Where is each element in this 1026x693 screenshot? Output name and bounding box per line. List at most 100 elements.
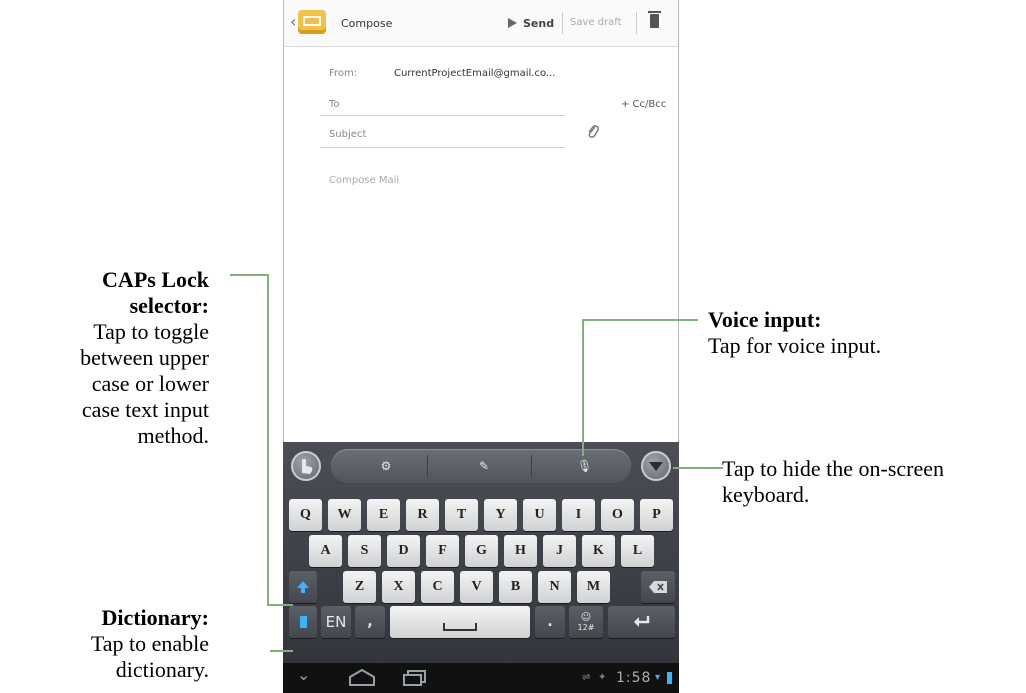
divider (636, 12, 637, 34)
caps-callout-line (267, 274, 269, 606)
caps-callout-title: CAPs Lock selector: (102, 267, 209, 318)
send-icon (508, 18, 517, 28)
key-x[interactable]: X (382, 571, 415, 603)
caps-callout-line-3: case or lower (91, 371, 209, 396)
key-j[interactable]: J (543, 535, 576, 567)
dictionary-key[interactable] (289, 606, 317, 638)
dictionary-callout: Dictionary: Tap to enable dictionary. (0, 605, 209, 683)
key-o[interactable]: O (601, 499, 634, 531)
key-g[interactable]: G (465, 535, 498, 567)
from-label: From: (329, 68, 358, 79)
dictionary-callout-line-2: dictionary. (115, 657, 209, 682)
key-f[interactable]: F (426, 535, 459, 567)
symbols-label: 12# (577, 623, 595, 632)
key-b[interactable]: B (499, 571, 532, 603)
voice-input-callout: Voice input: Tap for voice input. (708, 307, 881, 359)
key-h[interactable]: H (504, 535, 537, 567)
paperclip-icon[interactable] (587, 124, 599, 140)
symbols-key[interactable]: ☺ 12# (569, 606, 603, 638)
period-key[interactable]: . (535, 606, 565, 638)
recent-apps-icon[interactable] (403, 670, 427, 686)
hide-keyboard-callout-line (673, 467, 723, 469)
key-r[interactable]: R (406, 499, 439, 531)
key-u[interactable]: U (523, 499, 556, 531)
hand-icon[interactable] (291, 451, 321, 481)
caps-lock-callout: CAPs Lock selector: Tap to toggle betwee… (0, 267, 209, 449)
key-z[interactable]: Z (343, 571, 376, 603)
key-t[interactable]: T (445, 499, 478, 531)
microphone-icon[interactable]: 🎙 (577, 459, 592, 473)
cc-bcc-button[interactable]: + Cc/Bcc (621, 99, 666, 110)
to-underline (320, 115, 565, 116)
to-field[interactable]: To (329, 99, 340, 110)
caps-callout-line-5: method. (137, 423, 210, 448)
language-key[interactable]: EN (321, 606, 351, 638)
key-w[interactable]: W (328, 499, 361, 531)
battery-icon (667, 672, 672, 684)
compose-screen: ‹ Compose Send Save draft From: CurrentP… (283, 0, 679, 442)
dictionary-callout-line (270, 650, 293, 652)
divider (562, 12, 563, 34)
voice-callout-line (582, 319, 584, 456)
hide-keyboard-callout: Tap to hide the on-screen keyboard. (722, 456, 944, 508)
key-m[interactable]: M (577, 571, 610, 603)
touch-hand-icon (302, 459, 313, 474)
key-a[interactable]: A (309, 535, 342, 567)
back-icon[interactable]: ‹ (290, 14, 298, 30)
key-y[interactable]: Y (484, 499, 517, 531)
home-icon[interactable] (348, 669, 376, 687)
subject-underline (320, 147, 565, 148)
trash-icon[interactable] (648, 11, 661, 28)
key-q[interactable]: Q (289, 499, 322, 531)
back-chevron-icon[interactable]: ⌄ (297, 660, 310, 690)
space-bar-icon (443, 623, 477, 631)
keyboard-toolbar: ⚙ ✎ 🎙 (283, 442, 679, 492)
emoji-icon: ☺ (580, 612, 592, 623)
enter-key[interactable] (608, 606, 675, 638)
space-key[interactable] (390, 606, 530, 638)
backspace-key[interactable] (641, 571, 675, 603)
key-p[interactable]: P (640, 499, 673, 531)
voice-callout-title: Voice input: (708, 307, 822, 332)
system-nav-bar: ⌄ ⇌ ✦ 1:58 ▾ (283, 663, 679, 693)
voice-callout-text: Tap for voice input. (708, 333, 882, 358)
enter-arrow-icon (633, 616, 649, 627)
caps-lock-key[interactable] (289, 571, 317, 603)
handwriting-icon[interactable]: ✎ (477, 459, 491, 473)
hide-keyboard-button[interactable] (641, 451, 671, 481)
voice-callout-line (584, 319, 698, 321)
status-clock: 1:58 (616, 670, 652, 686)
key-l[interactable]: L (621, 535, 654, 567)
dictionary-callout-title: Dictionary: (101, 605, 209, 630)
hide-callout-line-2: keyboard. (722, 482, 810, 507)
usb-icon: ⇌ (582, 672, 591, 683)
caps-callout-line-2: between upper (80, 345, 209, 370)
divider (427, 455, 428, 477)
key-i[interactable]: I (562, 499, 595, 531)
keyboard-tool-pill: ⚙ ✎ 🎙 (331, 449, 631, 483)
key-d[interactable]: D (387, 535, 420, 567)
wifi-icon: ▾ (655, 672, 661, 683)
compose-body-field[interactable]: Compose Mail (329, 175, 399, 186)
on-screen-keyboard: ⚙ ✎ 🎙 (283, 442, 679, 693)
caps-callout-line (230, 274, 269, 276)
hide-callout-line-1: Tap to hide the on-screen (722, 456, 945, 481)
gear-icon[interactable]: ⚙ (379, 459, 393, 473)
save-draft-button[interactable]: Save draft (570, 17, 622, 28)
key-s[interactable]: S (348, 535, 381, 567)
key-e[interactable]: E (367, 499, 400, 531)
key-k[interactable]: K (582, 535, 615, 567)
comma-key[interactable]: , (355, 606, 385, 638)
divider (531, 455, 532, 477)
email-app-icon[interactable] (298, 10, 326, 34)
key-v[interactable]: V (460, 571, 493, 603)
send-button[interactable]: Send (508, 14, 554, 32)
caps-callout-line-4: case text input (81, 397, 209, 422)
key-c[interactable]: C (421, 571, 454, 603)
key-n[interactable]: N (538, 571, 571, 603)
page-title: Compose (341, 17, 393, 30)
dictionary-callout-line-1: Tap to enable (90, 631, 209, 656)
book-icon (299, 616, 307, 628)
subject-field[interactable]: Subject (329, 129, 366, 140)
from-value[interactable]: CurrentProjectEmail@gmail.co... (394, 68, 555, 79)
